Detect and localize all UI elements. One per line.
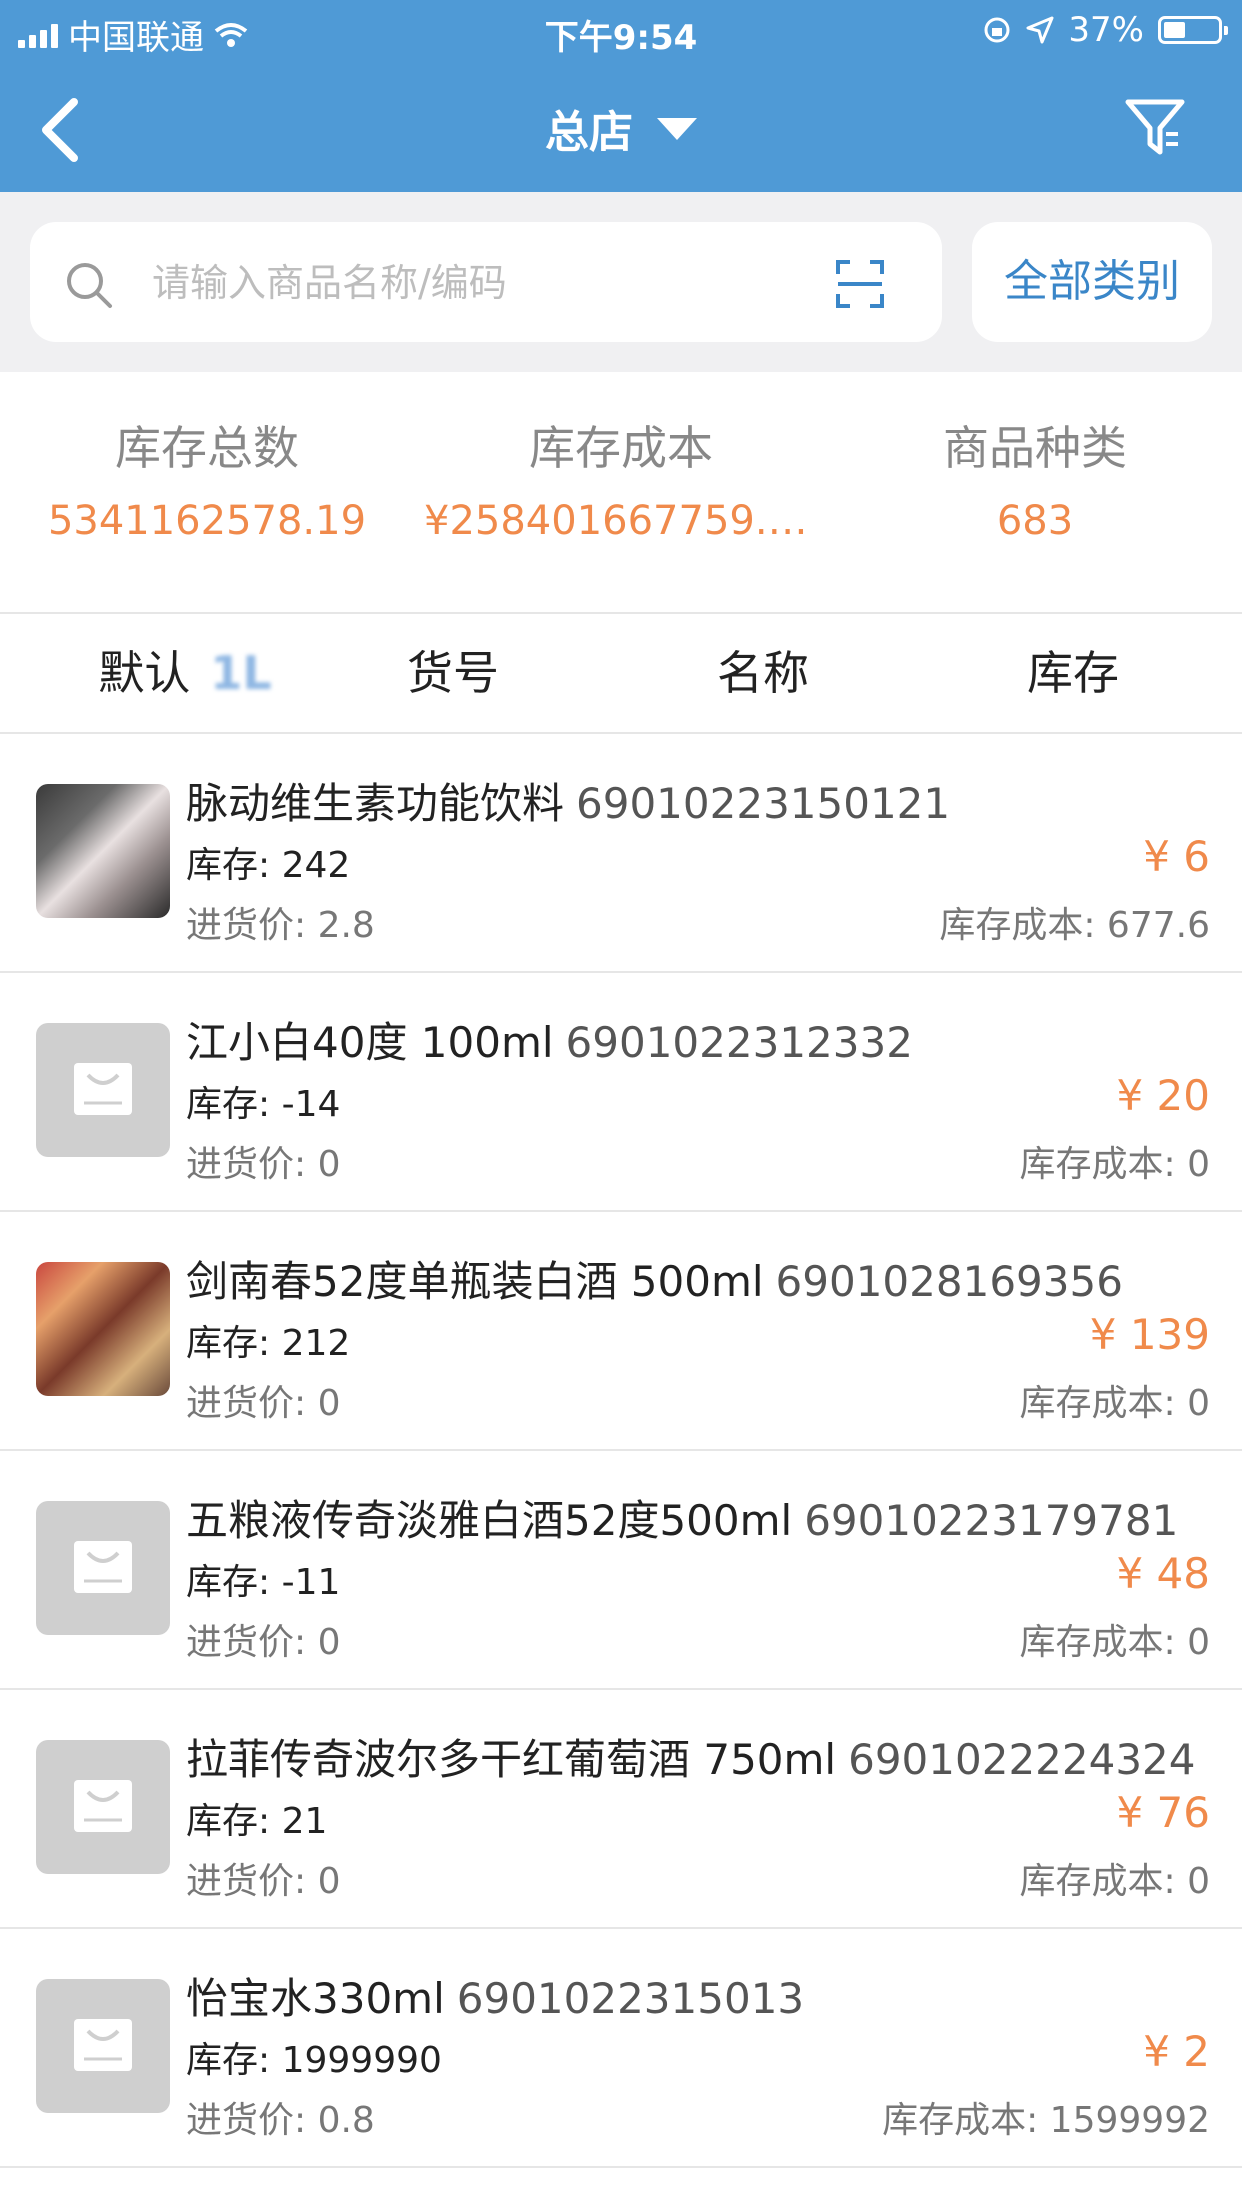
product-thumbnail bbox=[36, 1979, 170, 2113]
sort-bar: 默认 1L 货号 名称 库存 bbox=[0, 614, 1242, 734]
product-price: ¥ 2 bbox=[1143, 2027, 1210, 2076]
location-icon bbox=[1026, 16, 1054, 44]
category-button[interactable]: 全部类别 bbox=[972, 222, 1212, 342]
product-price: ¥ 20 bbox=[1116, 1071, 1210, 1120]
product-name: 脉动维生素功能饮料 bbox=[186, 779, 565, 828]
product-stock-cost: 库存成本: 0 bbox=[1019, 1383, 1210, 1424]
product-stock-cost: 库存成本: 677.6 bbox=[939, 905, 1210, 946]
product-code: 69010223150121 bbox=[576, 779, 951, 828]
product-title: 拉菲传奇波尔多干红葡萄酒 750ml 6901022224324 bbox=[186, 1726, 1196, 1787]
search-icon bbox=[67, 263, 112, 308]
product-title: 剑南春52度单瓶装白酒 500ml 6901028169356 bbox=[186, 1248, 1123, 1309]
stat-label: 库存总数 bbox=[115, 421, 299, 475]
product-thumbnail bbox=[36, 784, 170, 918]
product-row[interactable]: 怡宝水330ml 6901022315013 库存: 1999990 进货价: 0.8… bbox=[0, 1929, 1242, 2168]
product-title: 五粮液传奇淡雅白酒52度500ml 69010223179781 bbox=[186, 1487, 1178, 1548]
store-title: 总店 bbox=[545, 107, 633, 158]
product-thumbnail bbox=[36, 1501, 170, 1635]
product-stock: 库存: -14 bbox=[186, 1084, 341, 1125]
sort-extra-overlay: 1L bbox=[210, 646, 272, 700]
search-bar: 全部类别 bbox=[0, 192, 1242, 372]
product-title: 怡宝水330ml 6901022315013 bbox=[186, 1965, 804, 2026]
product-purchase-price: 进货价: 0 bbox=[186, 1383, 341, 1424]
product-thumbnail bbox=[36, 1262, 170, 1396]
product-purchase-price: 进货价: 0 bbox=[186, 1622, 341, 1663]
product-name: 怡宝水330ml bbox=[186, 1974, 445, 2023]
search-input[interactable] bbox=[150, 252, 814, 314]
sort-label: 默认 bbox=[98, 646, 191, 700]
search-box[interactable] bbox=[30, 222, 942, 342]
stat-product-types: 商品种类 683 bbox=[828, 412, 1242, 544]
product-name: 拉菲传奇波尔多干红葡萄酒 750ml bbox=[186, 1735, 837, 1784]
product-name: 五粮液传奇淡雅白酒52度500ml bbox=[186, 1496, 793, 1545]
shopping-bag-icon bbox=[74, 1780, 132, 1832]
product-price: ¥ 76 bbox=[1116, 1788, 1210, 1837]
product-price: ¥ 48 bbox=[1116, 1549, 1210, 1598]
product-list: 脉动维生素功能饮料 69010223150121 库存: 242 进货价: 2.8 ¥ … bbox=[0, 734, 1242, 2168]
product-title: 脉动维生素功能饮料 69010223150121 bbox=[186, 770, 950, 831]
product-price: ¥ 139 bbox=[1089, 1310, 1210, 1359]
product-code: 6901022224324 bbox=[848, 1735, 1196, 1784]
product-stock: 库存: 212 bbox=[186, 1323, 351, 1364]
product-name: 剑南春52度单瓶装白酒 500ml bbox=[186, 1257, 764, 1306]
battery-percent: 37% bbox=[1068, 10, 1144, 50]
product-name: 江小白40度 100ml bbox=[186, 1018, 554, 1067]
product-thumbnail bbox=[36, 1740, 170, 1874]
product-price: ¥ 6 bbox=[1143, 832, 1210, 881]
product-row[interactable]: 剑南春52度单瓶装白酒 500ml 6901028169356 库存: 212 进货价… bbox=[0, 1212, 1242, 1451]
product-code: 6901022315013 bbox=[456, 1974, 805, 2023]
product-row[interactable]: 脉动维生素功能饮料 69010223150121 库存: 242 进货价: 2.8 ¥ … bbox=[0, 734, 1242, 973]
shopping-bag-icon bbox=[74, 2019, 132, 2071]
product-stock: 库存: 21 bbox=[186, 1801, 328, 1842]
product-code: 6901022312332 bbox=[565, 1018, 913, 1067]
product-row[interactable]: 五粮液传奇淡雅白酒52度500ml 69010223179781 库存: -11 进货… bbox=[0, 1451, 1242, 1690]
product-title: 江小白40度 100ml 6901022312332 bbox=[186, 1009, 913, 1070]
stat-stock-cost: 库存成本 ¥258401667759.2... bbox=[414, 412, 828, 544]
product-thumbnail bbox=[36, 1023, 170, 1157]
sort-code[interactable]: 货号 bbox=[298, 614, 608, 732]
product-stock-cost: 库存成本: 0 bbox=[1019, 1144, 1210, 1185]
stat-value: 683 bbox=[996, 498, 1074, 544]
filter-icon[interactable] bbox=[1122, 94, 1188, 160]
sort-default[interactable]: 默认 1L bbox=[30, 614, 340, 732]
stat-value: 5341162578.19 bbox=[47, 498, 367, 544]
sort-name[interactable]: 名称 bbox=[608, 614, 918, 732]
product-code: 69010223179781 bbox=[804, 1496, 1179, 1545]
app-header: 中国联通 下午9:54 37% 总店 bbox=[0, 0, 1242, 192]
rotation-lock-icon bbox=[984, 17, 1010, 43]
stat-label: 商品种类 bbox=[943, 421, 1127, 475]
store-selector[interactable]: 总店 bbox=[0, 96, 1242, 160]
scan-icon[interactable] bbox=[834, 258, 886, 310]
product-stock: 库存: -11 bbox=[186, 1562, 341, 1603]
status-right: 37% bbox=[982, 10, 1228, 50]
product-stock-cost: 库存成本: 1599992 bbox=[882, 2100, 1210, 2141]
stat-total-stock: 库存总数 5341162578.19 bbox=[0, 412, 414, 544]
product-purchase-price: 进货价: 2.8 bbox=[186, 905, 375, 946]
stat-label: 库存成本 bbox=[529, 421, 713, 475]
shopping-bag-icon bbox=[74, 1541, 132, 1593]
product-stock-cost: 库存成本: 0 bbox=[1019, 1861, 1210, 1902]
product-row[interactable]: 拉菲传奇波尔多干红葡萄酒 750ml 6901022224324 库存: 21 进货价… bbox=[0, 1690, 1242, 1929]
sort-stock[interactable]: 库存 bbox=[918, 614, 1228, 732]
caret-down-icon bbox=[657, 118, 697, 140]
product-purchase-price: 进货价: 0 bbox=[186, 1144, 341, 1185]
product-code: 6901028169356 bbox=[775, 1257, 1123, 1306]
battery-icon bbox=[1158, 16, 1228, 44]
product-purchase-price: 进货价: 0.8 bbox=[186, 2100, 375, 2141]
stats-panel: 库存总数 5341162578.19 库存成本 ¥258401667759.2.… bbox=[0, 372, 1242, 614]
product-stock: 库存: 242 bbox=[186, 845, 351, 886]
status-bar: 中国联通 下午9:54 37% bbox=[0, 0, 1242, 62]
stat-value: ¥258401667759.2... bbox=[424, 498, 828, 544]
product-stock: 库存: 1999990 bbox=[186, 2040, 442, 2081]
shopping-bag-icon bbox=[74, 1063, 132, 1115]
product-row[interactable]: 江小白40度 100ml 6901022312332 库存: -14 进货价: 0 ¥ … bbox=[0, 973, 1242, 1212]
product-stock-cost: 库存成本: 0 bbox=[1019, 1622, 1210, 1663]
product-purchase-price: 进货价: 0 bbox=[186, 1861, 341, 1902]
